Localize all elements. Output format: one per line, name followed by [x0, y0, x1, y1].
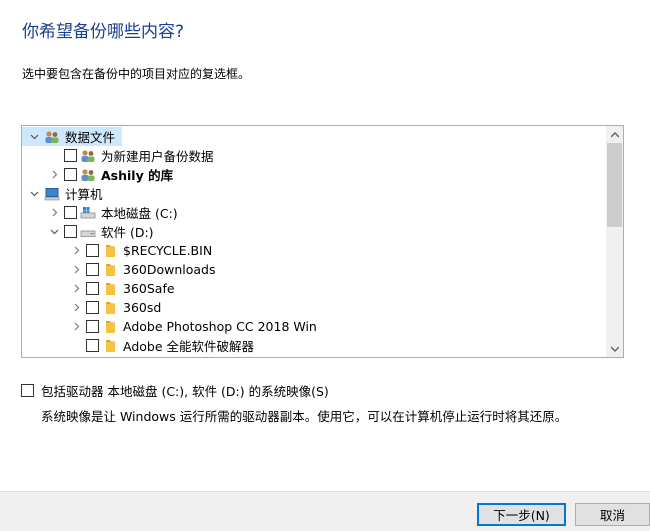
folder-icon	[102, 262, 118, 278]
tree-item-checkbox[interactable]	[64, 149, 77, 162]
folder-icon	[102, 300, 118, 316]
folder-icon	[102, 243, 118, 259]
chevron-down-icon[interactable]	[28, 184, 40, 203]
chevron-right-icon[interactable]	[70, 241, 82, 260]
tree-item[interactable]: 计算机	[22, 184, 103, 203]
tree-item-label: 数据文件	[65, 130, 116, 145]
windows-drive-icon	[80, 205, 96, 221]
tree-item-checkbox[interactable]	[86, 339, 99, 352]
tree-item-label: 360Downloads	[123, 262, 216, 277]
chevron-right-icon[interactable]	[48, 165, 60, 184]
cancel-button[interactable]: 取消	[575, 503, 650, 526]
tree-item[interactable]: 软件 (D:)	[22, 222, 154, 241]
tree-item[interactable]: 为新建用户备份数据	[22, 146, 214, 165]
drive-icon	[80, 224, 96, 240]
users-icon	[80, 148, 96, 164]
system-image-label: 包括驱动器 本地磁盘 (C:), 软件 (D:) 的系统映像(S)	[41, 384, 329, 399]
tree-item-checkbox[interactable]	[86, 263, 99, 276]
tree-item-label: Adobe 全能软件破解器	[123, 339, 255, 354]
users-icon	[44, 129, 60, 145]
page-subtitle: 选中要包含在备份中的项目对应的复选框。	[22, 67, 251, 81]
tree-item-checkbox[interactable]	[64, 225, 77, 238]
scroll-down-icon[interactable]	[606, 340, 623, 357]
system-image-checkbox[interactable]	[21, 384, 34, 397]
page-title: 你希望备份哪些内容?	[22, 22, 185, 42]
chevron-right-icon[interactable]	[70, 317, 82, 336]
tree-item-label: $RECYCLE.BIN	[123, 243, 213, 258]
chevron-right-icon[interactable]	[48, 203, 60, 222]
backup-tree[interactable]: 数据文件为新建用户备份数据 Ashily 的库计算机本地磁盘 (C:) 软件 (D:…	[21, 125, 624, 358]
chevron-down-icon[interactable]	[48, 222, 60, 241]
tree-item-label: 计算机	[65, 187, 103, 202]
tree-item[interactable]: Adobe Photoshop CC 2018 Win	[22, 317, 317, 336]
tree-item[interactable]: 本地磁盘 (C:)	[22, 203, 178, 222]
tree-item[interactable]: $RECYCLE.BIN	[22, 241, 212, 260]
dialog-footer: 下一步(N) 取消	[0, 491, 650, 531]
tree-item-label: Ashily 的库	[101, 168, 174, 183]
tree-list: 数据文件为新建用户备份数据 Ashily 的库计算机本地磁盘 (C:) 软件 (D:…	[22, 126, 606, 357]
next-button[interactable]: 下一步(N)	[477, 503, 566, 526]
tree-item-label: 360Safe	[123, 281, 175, 296]
tree-item-checkbox[interactable]	[86, 244, 99, 257]
chevron-down-icon[interactable]	[28, 127, 40, 146]
system-image-option[interactable]: 包括驱动器 本地磁盘 (C:), 软件 (D:) 的系统映像(S)	[21, 381, 329, 400]
tree-item-checkbox[interactable]	[86, 301, 99, 314]
tree-item-label: Adobe Photoshop CC 2018 Win	[123, 319, 317, 334]
folder-icon	[102, 281, 118, 297]
chevron-right-icon[interactable]	[70, 279, 82, 298]
chevron-right-icon[interactable]	[70, 260, 82, 279]
tree-item[interactable]: 数据文件	[22, 127, 122, 146]
tree-item-label: 360sd	[123, 300, 162, 315]
tree-item-label: 本地磁盘 (C:)	[101, 206, 178, 221]
tree-item-checkbox[interactable]	[64, 168, 77, 181]
tree-item[interactable]: 360Safe	[22, 279, 175, 298]
scroll-thumb[interactable]	[607, 143, 622, 227]
system-image-description: 系统映像是让 Windows 运行所需的驱动器副本。使用它，可以在计算机停止运行…	[41, 409, 568, 424]
tree-item[interactable]: 360Downloads	[22, 260, 216, 279]
tree-item[interactable]: Ashily 的库	[22, 165, 173, 184]
folder-icon	[102, 319, 118, 335]
tree-item-label: 软件 (D:)	[101, 225, 154, 240]
tree-item-checkbox[interactable]	[86, 320, 99, 333]
computer-icon	[44, 186, 60, 202]
chevron-right-icon[interactable]	[70, 298, 82, 317]
tree-item[interactable]: 360sd	[22, 298, 161, 317]
tree-scrollbar[interactable]	[606, 126, 623, 357]
tree-item[interactable]: Adobe 全能软件破解器	[22, 336, 254, 355]
tree-item-checkbox[interactable]	[64, 206, 77, 219]
folder-icon	[102, 338, 118, 354]
users-icon	[80, 167, 96, 183]
tree-item-checkbox[interactable]	[86, 282, 99, 295]
scroll-up-icon[interactable]	[606, 126, 623, 143]
tree-item-label: 为新建用户备份数据	[101, 149, 214, 164]
